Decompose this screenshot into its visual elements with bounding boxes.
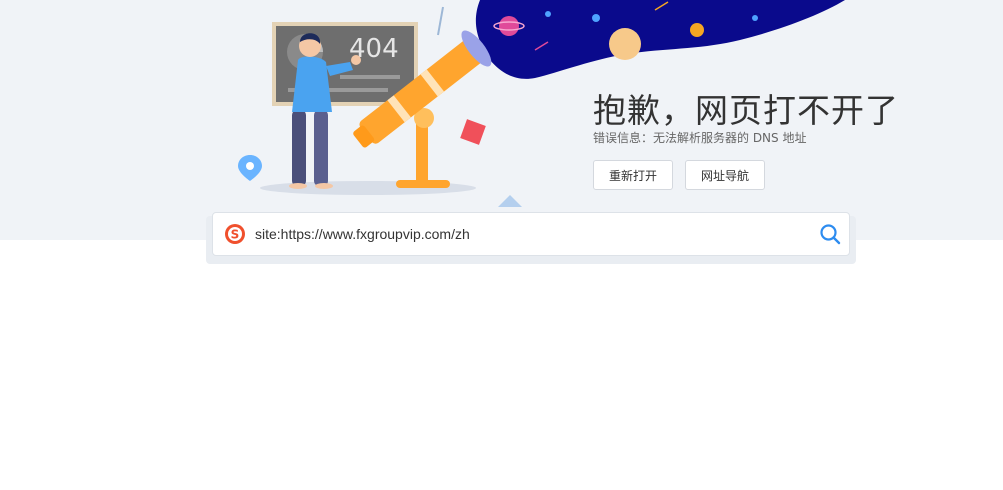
error-info: 错误信息：无法解析服务器的 DNS 地址	[593, 131, 807, 145]
search-bar[interactable]: S	[212, 212, 850, 256]
error-title: 抱歉，网页打不开了	[593, 91, 899, 130]
space-wave	[475, 0, 845, 79]
red-cube	[460, 119, 486, 145]
reopen-button[interactable]: 重新打开	[593, 160, 673, 190]
search-input[interactable]	[255, 213, 795, 255]
planet-pink	[499, 16, 519, 36]
sogou-logo-icon: S	[225, 224, 245, 244]
planet-moon	[609, 28, 641, 60]
svg-text:S: S	[231, 228, 240, 242]
planet-orange	[690, 23, 704, 37]
search-icon[interactable]	[819, 223, 841, 245]
url-navigation-button[interactable]: 网址导航	[685, 160, 765, 190]
